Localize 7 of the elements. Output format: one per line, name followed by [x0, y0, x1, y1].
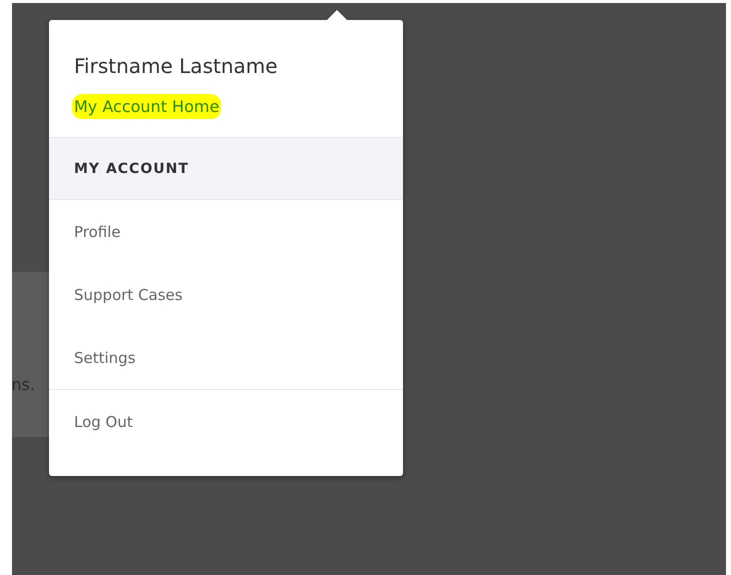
menu-item[interactable]: Settings	[49, 326, 403, 389]
menu-item[interactable]: Profile	[49, 200, 403, 263]
logout-item[interactable]: Log Out	[49, 390, 403, 453]
account-home-link[interactable]: My Account Home	[72, 94, 222, 119]
section-title: MY ACCOUNT	[74, 160, 189, 176]
menu-item[interactable]: Support Cases	[49, 263, 403, 326]
user-name: Firstname Lastname	[74, 54, 278, 78]
